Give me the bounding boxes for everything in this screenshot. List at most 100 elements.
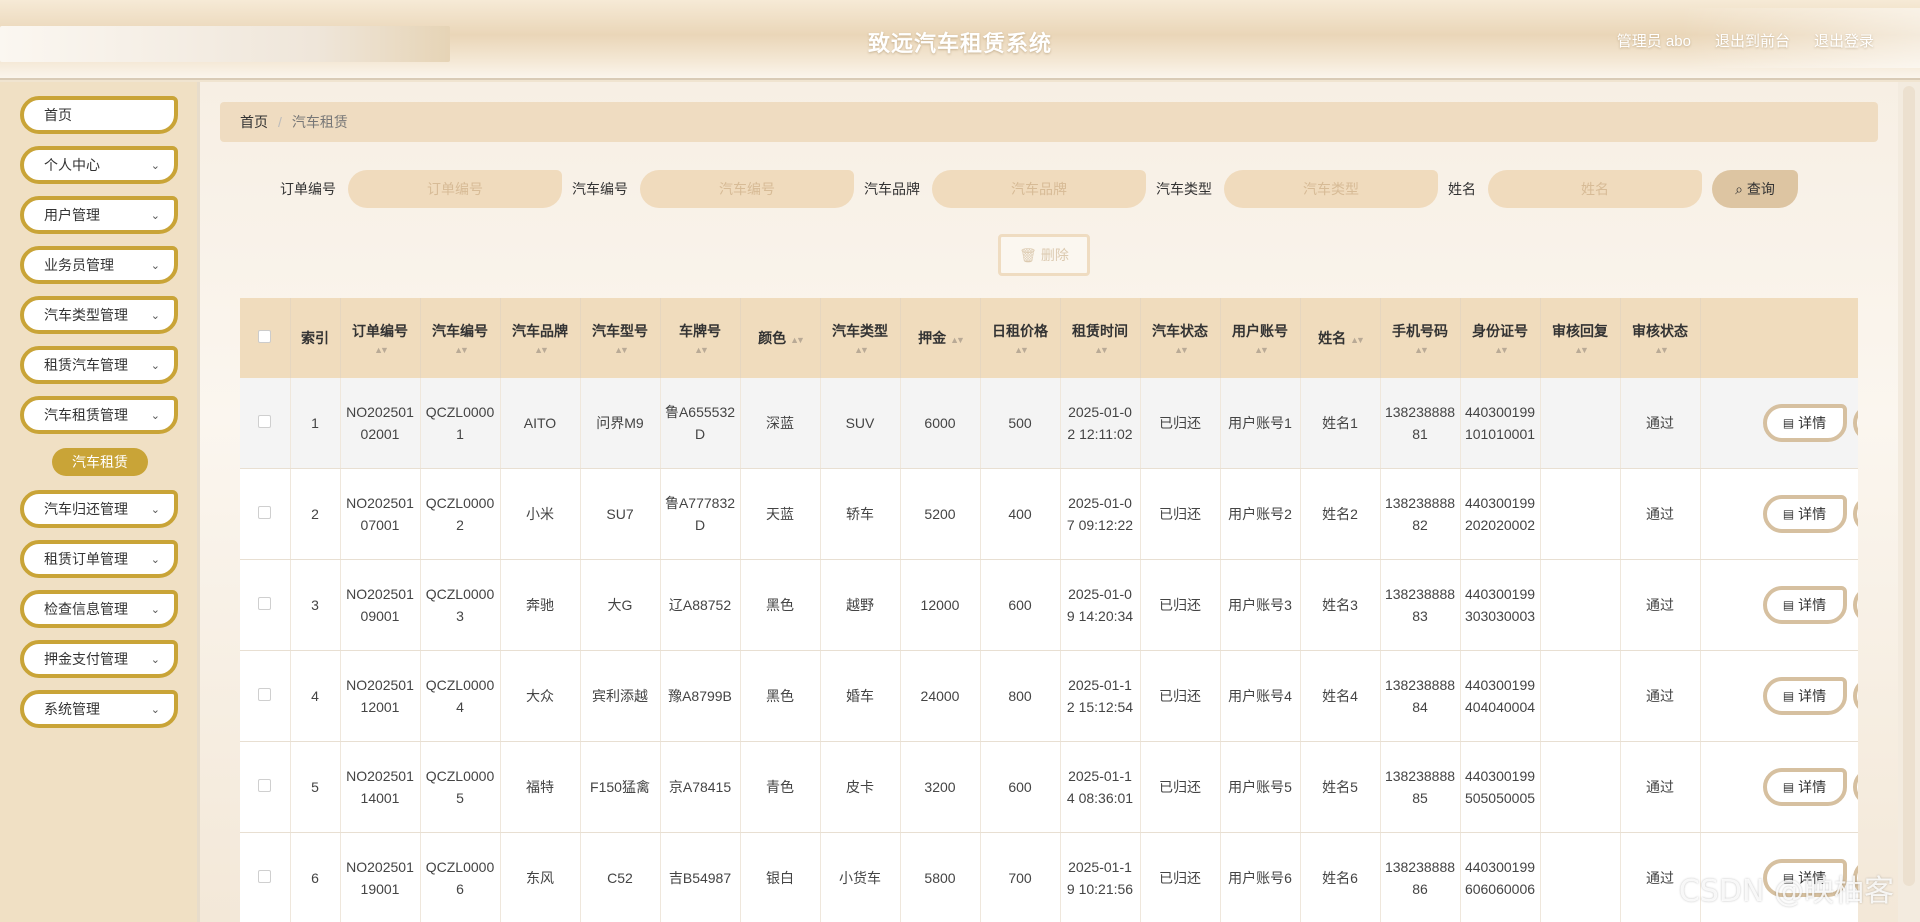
sort-icon[interactable]: ▲▼ — [665, 345, 736, 355]
sort-icon[interactable]: ▲▼ — [585, 345, 656, 355]
column-header[interactable]: 汽车类型 ▲▼ — [820, 298, 901, 378]
row-checkbox[interactable] — [258, 779, 272, 792]
sort-icon[interactable]: ▲▼ — [1385, 345, 1456, 355]
detail-button[interactable]: ▤ 详情 — [1762, 495, 1847, 533]
row-action-button[interactable] — [1852, 404, 1858, 442]
column-header[interactable]: 押金 ▲▼ — [900, 298, 981, 378]
sidebar-item-9[interactable]: 检查信息管理 ⌄ — [20, 590, 178, 628]
sidebar-subitem-active[interactable]: 汽车租赁 — [52, 448, 148, 476]
search-button[interactable]: ⌕ 查询 — [1712, 170, 1798, 208]
table-row[interactable]: 4 NO20250112001 QCZL00004 大众 宾利添越 豫A8799B 黑色 婚车… — [240, 650, 1858, 742]
row-checkbox[interactable] — [258, 597, 272, 610]
row-select-cell — [240, 650, 291, 742]
table-row[interactable]: 5 NO20250114001 QCZL00005 福特 F150猛禽 京A78415 青色… — [240, 741, 1858, 833]
breadcrumb-home[interactable]: 首页 — [240, 112, 268, 132]
sort-icon[interactable]: ▲▼ — [1225, 345, 1296, 355]
detail-button[interactable]: ▤ 详情 — [1762, 586, 1847, 624]
column-header[interactable]: 用户账号 ▲▼ — [1220, 298, 1301, 378]
sort-icon[interactable]: ▲▼ — [950, 335, 965, 345]
sort-icon[interactable]: ▲▼ — [505, 345, 576, 355]
row-action-button[interactable] — [1852, 677, 1858, 715]
sort-icon[interactable]: ▲▼ — [1625, 345, 1696, 355]
logout-link[interactable]: 退出登录 — [1814, 30, 1874, 51]
column-header[interactable]: 汽车型号 ▲▼ — [580, 298, 661, 378]
sort-icon[interactable]: ▲▼ — [985, 345, 1056, 355]
column-header[interactable]: 审核状态 ▲▼ — [1620, 298, 1701, 378]
admin-user-label[interactable]: 管理员 abo — [1617, 30, 1691, 51]
table-cell: 用户账号5 — [1220, 741, 1301, 833]
column-header[interactable]: 汽车品牌 ▲▼ — [500, 298, 581, 378]
column-header[interactable]: 日租价格 ▲▼ — [980, 298, 1061, 378]
search-input[interactable]: 姓名 — [1488, 170, 1702, 208]
row-checkbox[interactable] — [258, 688, 272, 701]
scrollbar-thumb[interactable] — [1903, 86, 1915, 886]
search-button-label: 查询 — [1746, 181, 1775, 197]
row-action-button[interactable] — [1852, 495, 1858, 533]
sidebar-item-10[interactable]: 押金支付管理 ⌄ — [20, 640, 178, 678]
sidebar-item-4[interactable]: 汽车类型管理 ⌄ — [20, 296, 178, 334]
column-header[interactable]: 车牌号 ▲▼ — [660, 298, 741, 378]
detail-button[interactable]: ▤ 详情 — [1762, 677, 1847, 715]
sidebar-item-3[interactable]: 业务员管理 ⌄ — [20, 246, 178, 284]
breadcrumb-separator: / — [278, 114, 282, 130]
detail-button-label: 详情 — [1798, 415, 1827, 431]
column-header[interactable]: 身份证号 ▲▼ — [1460, 298, 1541, 378]
sidebar-item-7[interactable]: 汽车归还管理 ⌄ — [20, 490, 178, 528]
table-cell: 京A78415 — [660, 741, 741, 833]
column-header[interactable]: 审核回复 ▲▼ — [1540, 298, 1621, 378]
exit-to-front-link[interactable]: 退出到前台 — [1715, 30, 1790, 51]
sidebar-item-2[interactable]: 用户管理 ⌄ — [20, 196, 178, 234]
document-icon: ▤ — [1782, 598, 1795, 612]
sort-icon[interactable]: ▲▼ — [1545, 345, 1616, 355]
column-header[interactable]: 汽车编号 ▲▼ — [420, 298, 501, 378]
detail-button[interactable]: ▤ 详情 — [1762, 404, 1847, 442]
table-row[interactable]: 6 NO20250119001 QCZL00006 东风 C52 吉B54987 银白 小货车… — [240, 832, 1858, 922]
sidebar-item-8[interactable]: 租赁订单管理 ⌄ — [20, 540, 178, 578]
row-checkbox[interactable] — [258, 506, 272, 519]
sort-icon[interactable]: ▲▼ — [1465, 345, 1536, 355]
sort-icon[interactable]: ▲▼ — [1145, 345, 1216, 355]
sidebar-item-6[interactable]: 汽车租赁管理 ⌄ — [20, 396, 178, 434]
sidebar-item-0[interactable]: 首页 — [20, 96, 178, 134]
sidebar-item-11[interactable]: 系统管理 ⌄ — [20, 690, 178, 728]
row-checkbox[interactable] — [258, 870, 272, 883]
delete-button[interactable]: 🗑 删除 — [998, 234, 1090, 276]
search-input[interactable]: 汽车编号 — [640, 170, 854, 208]
sort-icon[interactable]: ▲▼ — [1065, 345, 1136, 355]
row-action-button[interactable] — [1852, 768, 1858, 806]
sort-icon[interactable]: ▲▼ — [790, 335, 805, 345]
sidebar-item-5[interactable]: 租赁汽车管理 ⌄ — [20, 346, 178, 384]
column-header[interactable]: 颜色 ▲▼ — [740, 298, 821, 378]
table-cell: 银白 — [740, 832, 821, 922]
row-action-button[interactable] — [1852, 586, 1858, 624]
vertical-scrollbar[interactable] — [1898, 82, 1920, 922]
sort-icon[interactable]: ▲▼ — [345, 345, 416, 355]
table-cell: 大G — [580, 559, 661, 651]
table-row[interactable]: 3 NO20250109001 QCZL00003 奔驰 大G 辽A88752 黑色 越野 12… — [240, 559, 1858, 651]
search-label: 汽车编号 — [572, 181, 628, 197]
table-row[interactable]: 2 NO20250107001 QCZL00002 小米 SU7 鲁A777832D 天蓝轿… — [240, 468, 1858, 560]
table-cell: 13823888882 — [1380, 468, 1461, 560]
column-header[interactable]: 姓名 ▲▼ — [1300, 298, 1381, 378]
column-header[interactable]: 订单编号 ▲▼ — [340, 298, 421, 378]
table-cell: 鲁A777832D — [660, 468, 741, 560]
column-header[interactable]: 租赁时间 ▲▼ — [1060, 298, 1141, 378]
sort-icon[interactable]: ▲▼ — [1350, 335, 1365, 345]
sort-icon[interactable]: ▲▼ — [825, 345, 896, 355]
search-input[interactable]: 订单编号 — [348, 170, 562, 208]
column-header[interactable]: 汽车状态 ▲▼ — [1140, 298, 1221, 378]
table-cell: 6 — [290, 832, 341, 922]
search-input[interactable]: 汽车品牌 — [932, 170, 1146, 208]
select-all-checkbox[interactable] — [258, 330, 272, 343]
search-input[interactable]: 汽车类型 — [1224, 170, 1438, 208]
table-cell: 天蓝 — [740, 468, 821, 560]
search-icon: ⌕ — [1735, 180, 1743, 197]
table-row[interactable]: 1 NO20250102001 QCZL00001 AITO 问界M9 鲁A655532D… — [240, 378, 1858, 469]
detail-button-label: 详情 — [1798, 779, 1827, 795]
table-cell: 800 — [980, 650, 1061, 742]
column-header[interactable]: 手机号码 ▲▼ — [1380, 298, 1461, 378]
detail-button[interactable]: ▤ 详情 — [1762, 768, 1847, 806]
sort-icon[interactable]: ▲▼ — [425, 345, 496, 355]
row-checkbox[interactable] — [258, 415, 272, 428]
sidebar-item-1[interactable]: 个人中心 ⌄ — [20, 146, 178, 184]
